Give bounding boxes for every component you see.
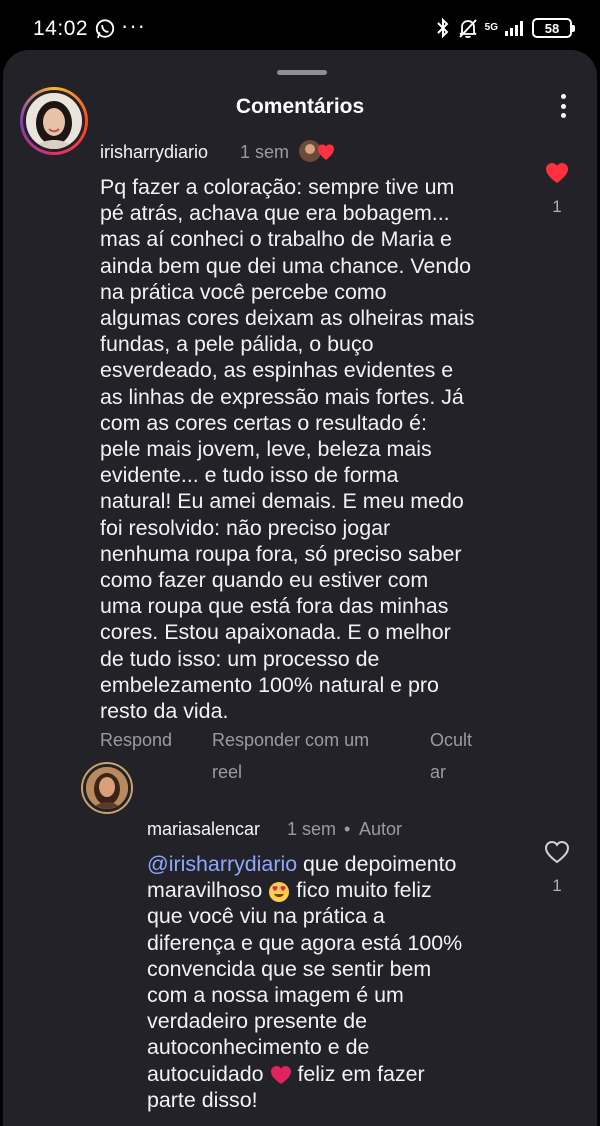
heart-filled-icon[interactable] bbox=[544, 161, 570, 185]
profile-photo bbox=[26, 93, 82, 149]
sheet-title: Comentários bbox=[235, 95, 365, 118]
bluetooth-icon bbox=[436, 17, 449, 39]
bell-muted-icon bbox=[458, 19, 477, 39]
status-icons: 5G 58 bbox=[435, 16, 575, 40]
more-vertical-icon[interactable] bbox=[551, 92, 575, 120]
like-count: 1 bbox=[552, 197, 562, 216]
author-badge: Autor bbox=[359, 819, 403, 839]
reply-time: 1 sem bbox=[287, 819, 337, 839]
drag-handle[interactable] bbox=[277, 70, 327, 75]
network-type: 5G bbox=[484, 22, 498, 33]
profile-photo bbox=[86, 767, 128, 809]
battery-level: 58 bbox=[544, 20, 560, 36]
red-heart-emoji-icon bbox=[270, 1065, 291, 1084]
signal-icon bbox=[505, 21, 523, 36]
status-more-notifications: ··· bbox=[121, 13, 146, 38]
status-time: 14:02 bbox=[33, 17, 89, 40]
heart-eyes-emoji-icon bbox=[269, 881, 290, 902]
reply-with-reel-button[interactable]: Responder com um reel bbox=[212, 724, 369, 788]
heart-outline-icon[interactable] bbox=[544, 840, 570, 864]
avatar[interactable] bbox=[81, 762, 133, 814]
comment-body: Pq fazer a coloração: sempre tive um pé … bbox=[100, 175, 475, 724]
reply-body: @irisharrydiario que depoimento maravilh… bbox=[147, 852, 463, 1112]
liked-by-author-icon bbox=[298, 138, 340, 169]
whatsapp-icon bbox=[95, 19, 115, 39]
hide-button[interactable]: Ocult ar bbox=[430, 724, 472, 788]
meta-separator: • bbox=[344, 819, 351, 839]
avatar[interactable] bbox=[20, 87, 88, 155]
comment-username[interactable]: irisharrydiario bbox=[100, 142, 208, 163]
like-count: 1 bbox=[552, 876, 562, 895]
battery-icon: 58 bbox=[532, 18, 575, 38]
mention-link[interactable]: @irisharrydiario bbox=[147, 852, 297, 876]
comment-time: 1 sem bbox=[240, 142, 290, 162]
reply-username[interactable]: mariasalencar bbox=[147, 819, 260, 840]
